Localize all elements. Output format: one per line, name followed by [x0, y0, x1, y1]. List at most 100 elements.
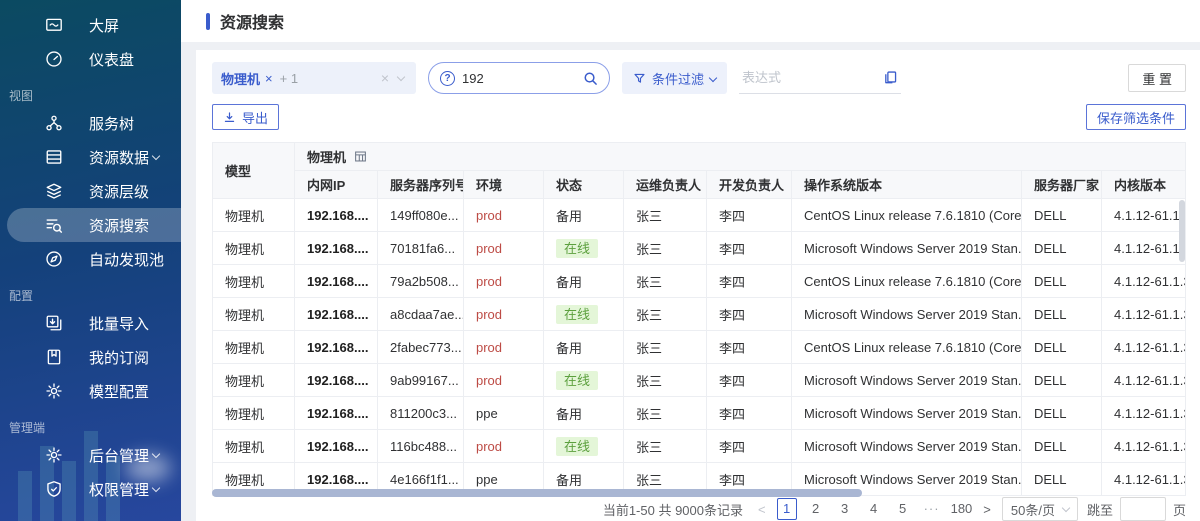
table-row[interactable]: 物理机192.168....a8cdaa7ae...prod在线张三李四Micr… [213, 298, 1186, 331]
table-row[interactable]: 物理机192.168....116bc488...prod在线张三李四Micro… [213, 430, 1186, 463]
expression-input[interactable] [742, 70, 883, 85]
chevron-down-icon [1062, 503, 1070, 511]
reset-button[interactable]: 重 置 [1128, 64, 1186, 92]
sidebar-item-service-tree[interactable]: 服务树 [7, 106, 181, 140]
results-table-wrap: 模型 物理机 [212, 142, 1186, 497]
horizontal-scrollbar[interactable] [212, 489, 862, 497]
sidebar-item-auto-discovery-pool[interactable]: 自动发现池 [7, 242, 181, 276]
chevron-down-icon [152, 151, 160, 159]
page-button-2[interactable]: 2 [806, 498, 826, 520]
cell-env: prod [464, 430, 544, 463]
sidebar-item-big-screen[interactable]: 大屏 [7, 8, 181, 42]
page-size-select[interactable]: 50条/页 [1002, 497, 1078, 521]
cell-os: Microsoft Windows Server 2019 Stan... [792, 430, 1022, 463]
pagination: 当前1-50 共 9000条记录 < 12345···180 > 50条/页 跳… [212, 497, 1186, 521]
model-select[interactable]: 物理机 × + 1 × [212, 62, 416, 94]
status-badge: 备用 [556, 275, 582, 290]
table-row[interactable]: 物理机192.168....79a2b508...prod备用张三李四CentO… [213, 265, 1186, 298]
cell-kernel: 4.1.12-61.1.33. [1102, 463, 1186, 496]
cell-kernel: 4.1.12-61.1.33. [1102, 265, 1186, 298]
cell-env: prod [464, 298, 544, 331]
cell-serial: 9ab99167... [378, 364, 464, 397]
cell-serial: 149ff080e... [378, 199, 464, 232]
sidebar-item-backend-admin[interactable]: 后台管理 [7, 438, 181, 472]
pagination-next[interactable]: > [981, 502, 993, 517]
cell-ops: 张三 [624, 298, 707, 331]
expression-field [739, 62, 901, 94]
vertical-scrollbar[interactable] [1179, 200, 1185, 262]
cell-model: 物理机 [213, 232, 295, 265]
cell-ops: 张三 [624, 397, 707, 430]
condition-filter-dropdown[interactable]: 条件过滤 [622, 62, 727, 94]
sidebar-item-my-subscriptions[interactable]: 我的订阅 [7, 340, 181, 374]
cell-vendor: DELL [1022, 232, 1102, 265]
search-input[interactable] [462, 71, 576, 86]
page-button-1[interactable]: 1 [777, 498, 797, 520]
help-icon: ? [440, 71, 455, 86]
cell-os: CentOS Linux release 7.6.1810 (Core) [792, 265, 1022, 298]
cell-vendor: DELL [1022, 331, 1102, 364]
select-clear-icon[interactable]: × [381, 70, 389, 86]
action-row: 导出 保存筛选条件 [212, 104, 1186, 130]
page-jump-label: 跳至 [1087, 500, 1113, 519]
sidebar-item-resource-search[interactable]: 资源搜索 [7, 208, 181, 242]
column-header: 服务器厂家 [1022, 171, 1102, 199]
table-row[interactable]: 物理机192.168....70181fa6...prod在线张三李四Micro… [213, 232, 1186, 265]
sidebar-item-label: 后台管理 [89, 445, 149, 466]
model-tag-label: 物理机 [221, 69, 260, 88]
table-row[interactable]: 物理机192.168....2fabec773...prod备用张三李四Cent… [213, 331, 1186, 364]
page-button-4[interactable]: 4 [864, 498, 884, 520]
chevron-down-icon [709, 73, 717, 81]
model-tag: 物理机 × [221, 69, 273, 88]
select-caret-icon[interactable] [397, 72, 405, 80]
pagination-prev[interactable]: < [756, 502, 768, 517]
group-header-label: 物理机 [307, 147, 346, 166]
cell-dev: 李四 [707, 397, 792, 430]
cell-kernel: 4.1.12-61.1.33. [1102, 199, 1186, 232]
resource-search-icon [45, 216, 63, 234]
sidebar-item-label: 服务树 [89, 113, 134, 134]
page-button-180[interactable]: 180 [951, 498, 973, 520]
cell-vendor: DELL [1022, 397, 1102, 430]
copy-icon[interactable] [883, 70, 898, 85]
table-row[interactable]: 物理机192.168....9ab99167...prod在线张三李四Micro… [213, 364, 1186, 397]
cell-serial: 70181fa6... [378, 232, 464, 265]
cell-status: 在线 [544, 232, 624, 265]
cell-env: prod [464, 232, 544, 265]
sidebar-item-permission-admin[interactable]: 权限管理 [7, 472, 181, 506]
condition-filter-label: 条件过滤 [652, 69, 704, 88]
export-button[interactable]: 导出 [212, 104, 279, 130]
cell-ops: 张三 [624, 232, 707, 265]
sidebar-item-resource-data[interactable]: 资源数据 [7, 140, 181, 174]
cell-os: Microsoft Windows Server 2019 Stan... [792, 364, 1022, 397]
search-icon[interactable] [583, 71, 598, 86]
sidebar-item-resource-hierarchy[interactable]: 资源层级 [7, 174, 181, 208]
page-button-3[interactable]: 3 [835, 498, 855, 520]
sidebar-section-label: 配置 [0, 286, 181, 306]
cell-dev: 李四 [707, 298, 792, 331]
pagination-summary: 当前1-50 共 9000条记录 [603, 500, 743, 519]
page-button-5[interactable]: 5 [893, 498, 913, 520]
sidebar-item-dashboard[interactable]: 仪表盘 [7, 42, 181, 76]
cell-kernel: 4.1.12-61.1.33. [1102, 331, 1186, 364]
cell-serial: 79a2b508... [378, 265, 464, 298]
column-settings-icon[interactable] [354, 150, 367, 163]
page-jump-unit: 页 [1173, 500, 1186, 519]
table-row[interactable]: 物理机192.168....811200c3...ppe备用张三李四Micros… [213, 397, 1186, 430]
model-config-icon [45, 382, 63, 400]
table-row[interactable]: 物理机192.168....149ff080e...prod备用张三李四Cent… [213, 199, 1186, 232]
page-jump-input[interactable] [1120, 497, 1166, 521]
cell-status: 备用 [544, 265, 624, 298]
tag-remove-icon[interactable]: × [265, 71, 273, 86]
sidebar-item-label: 仪表盘 [89, 49, 134, 70]
cell-model: 物理机 [213, 430, 295, 463]
cell-dev: 李四 [707, 331, 792, 364]
cell-dev: 李四 [707, 199, 792, 232]
save-filter-button[interactable]: 保存筛选条件 [1086, 104, 1186, 130]
cell-ops: 张三 [624, 364, 707, 397]
sidebar-item-model-config[interactable]: 模型配置 [7, 374, 181, 408]
cell-serial: 2fabec773... [378, 331, 464, 364]
cell-env: prod [464, 331, 544, 364]
sidebar-item-batch-import[interactable]: 批量导入 [7, 306, 181, 340]
content-card: 物理机 × + 1 × ? [196, 50, 1200, 521]
